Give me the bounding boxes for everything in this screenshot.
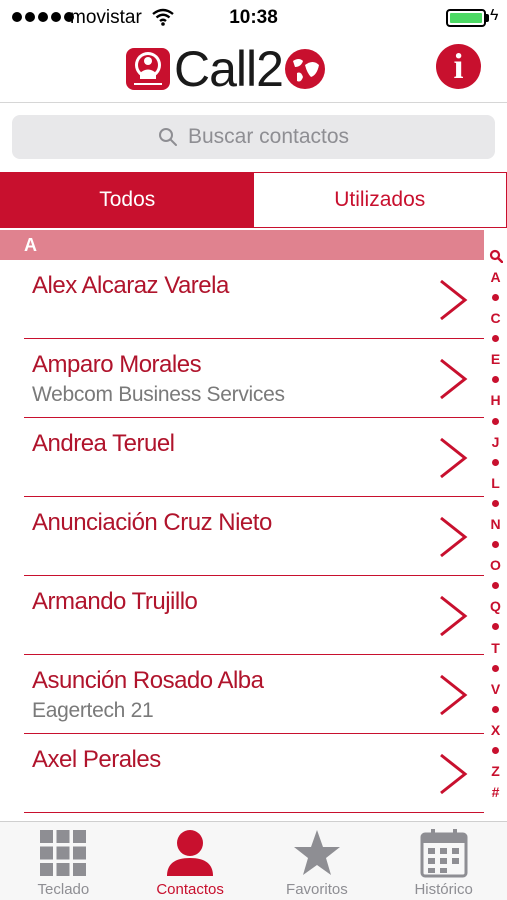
contact-name: Axel Perales — [32, 746, 161, 773]
tab-label: Contactos — [156, 881, 224, 898]
contact-name: Amparo Morales — [32, 351, 202, 378]
battery-icon — [446, 9, 486, 27]
index-dot[interactable] — [492, 534, 499, 555]
contact-row[interactable]: Andrea Teruel — [24, 418, 484, 497]
contact-row[interactable]: Alex Alcaraz Varela — [24, 260, 484, 339]
contact-list: Alex Alcaraz Varela Amparo Morales Webco… — [0, 260, 484, 813]
index-letter[interactable]: O — [490, 555, 501, 576]
chevron-right-icon — [440, 358, 468, 400]
chevron-right-icon — [440, 753, 468, 795]
index-letter[interactable]: X — [491, 720, 500, 741]
contact-row[interactable]: Armando Trujillo — [24, 576, 484, 655]
index-dot[interactable] — [492, 617, 499, 638]
section-header: A — [0, 230, 484, 260]
index-dot[interactable] — [492, 658, 499, 679]
info-button[interactable]: i — [436, 44, 481, 89]
index-dot[interactable] — [492, 493, 499, 514]
globe-icon — [284, 49, 325, 89]
tab-favoritos[interactable]: Favoritos — [254, 822, 381, 900]
battery-nub — [486, 14, 489, 22]
status-time: 10:38 — [229, 7, 278, 28]
tab-historico[interactable]: Histórico — [380, 822, 507, 900]
person-icon — [167, 830, 214, 876]
contact-name: Anunciación Cruz Nieto — [32, 509, 272, 536]
index-letter[interactable]: A — [490, 267, 500, 288]
app-logo: Call2 — [126, 41, 327, 97]
index-letter[interactable]: L — [491, 473, 500, 494]
app-header: Call2 i — [0, 36, 507, 103]
index-letter[interactable]: J — [492, 431, 500, 452]
index-letter[interactable]: H — [490, 390, 500, 411]
search-icon — [158, 128, 177, 146]
star-icon — [293, 830, 340, 875]
tab-teclado[interactable]: Teclado — [0, 822, 127, 900]
index-letter[interactable]: T — [491, 637, 500, 658]
tab-todos[interactable]: Todos — [1, 173, 254, 227]
status-bar: movistar 10:38 ϟ — [0, 0, 507, 36]
index-dot[interactable] — [492, 328, 499, 349]
index-letter[interactable]: V — [491, 678, 500, 699]
contact-company: Webcom Business Services — [32, 383, 285, 406]
segmented-control: Todos Utilizados — [0, 172, 507, 228]
index-dot[interactable] — [492, 576, 499, 597]
chevron-right-icon — [440, 674, 468, 716]
index-dot[interactable] — [492, 287, 499, 308]
contact-row[interactable]: Anunciación Cruz Nieto — [24, 497, 484, 576]
chevron-right-icon — [440, 437, 468, 479]
contact-name: Andrea Teruel — [32, 430, 175, 457]
index-letter[interactable]: C — [490, 308, 500, 329]
index-dot[interactable] — [492, 411, 499, 432]
tab-utilizados[interactable]: Utilizados — [253, 173, 506, 227]
chevron-right-icon — [440, 516, 468, 558]
search-input[interactable]: Buscar contactos — [188, 125, 349, 149]
tab-label: Teclado — [37, 881, 90, 898]
index-letter[interactable]: Z — [491, 761, 500, 782]
index-letter[interactable]: Q — [490, 596, 501, 617]
alphabet-index[interactable]: A C E H J L N O Q T V X Z # — [484, 246, 507, 802]
contact-company: Eagertech 21 — [32, 699, 154, 722]
contact-row[interactable]: Axel Perales — [24, 734, 484, 813]
keypad-icon — [40, 830, 87, 876]
search-bar[interactable]: Buscar contactos — [12, 115, 495, 159]
index-letter[interactable]: # — [492, 781, 500, 802]
bottom-tab-bar: Teclado Contactos Favoritos Histórico — [0, 821, 507, 900]
calendar-icon — [420, 829, 468, 878]
tab-label: Favoritos — [286, 881, 348, 898]
charging-icon: ϟ — [490, 7, 499, 24]
index-letter[interactable]: E — [491, 349, 500, 370]
index-letter[interactable]: N — [490, 514, 500, 535]
index-dot[interactable] — [492, 740, 499, 761]
contact-row[interactable]: Asunción Rosado Alba Eagertech 21 — [24, 655, 484, 734]
chevron-right-icon — [440, 279, 468, 321]
index-dot[interactable] — [492, 699, 499, 720]
index-search-icon[interactable] — [489, 246, 503, 267]
contact-name: Armando Trujillo — [32, 588, 198, 615]
contact-name: Asunción Rosado Alba — [32, 667, 264, 694]
contact-name: Alex Alcaraz Varela — [32, 272, 229, 299]
index-dot[interactable] — [492, 452, 499, 473]
chevron-right-icon — [440, 595, 468, 637]
logo-badge-icon — [126, 48, 170, 90]
tab-label: Histórico — [414, 881, 473, 898]
contact-row[interactable]: Amparo Morales Webcom Business Services — [24, 339, 484, 418]
tab-contactos[interactable]: Contactos — [127, 822, 254, 900]
logo-text: Call2 — [174, 41, 284, 97]
index-dot[interactable] — [492, 370, 499, 391]
